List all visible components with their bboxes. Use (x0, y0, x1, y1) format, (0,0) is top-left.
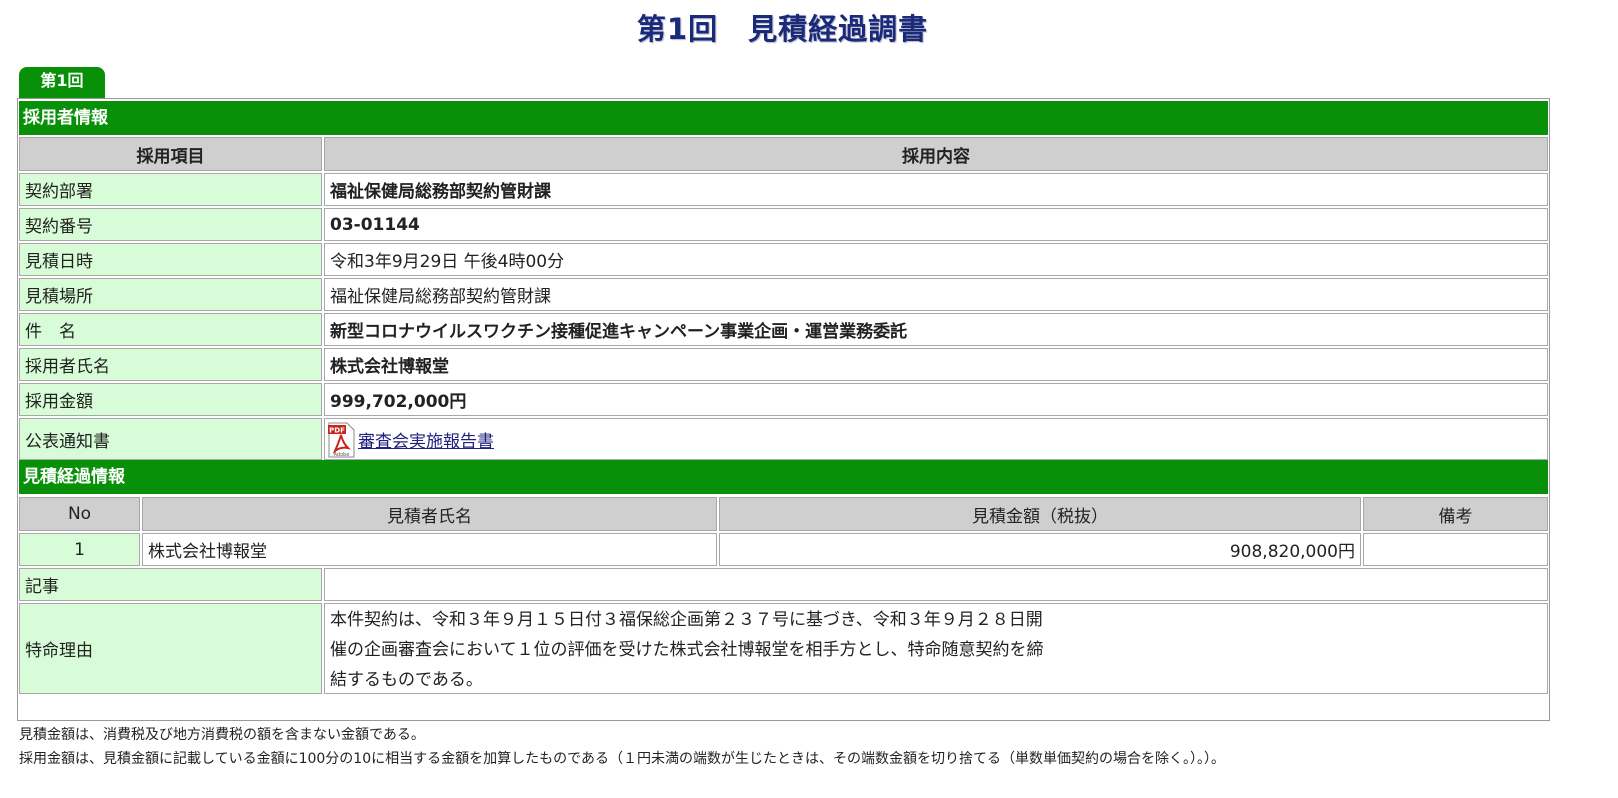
label-estimate-place: 見積場所 (19, 278, 322, 311)
value-adopted-amount: 999,702,000円 (324, 383, 1548, 416)
label-contract-number: 契約番号 (19, 208, 322, 241)
adoption-section-header: 採用者情報 (19, 101, 1548, 135)
value-contract-department: 福祉保健局総務部契約管財課 (324, 173, 1548, 206)
label-adopted-name: 採用者氏名 (19, 348, 322, 381)
estimate-header-no: No (19, 497, 140, 531)
estimate-header-name: 見積者氏名 (142, 497, 717, 531)
value-estimate-datetime: 令和3年9月29日 午後4時00分 (324, 243, 1548, 276)
estimate-header-remarks: 備考 (1363, 497, 1548, 531)
label-adopted-amount: 採用金額 (19, 383, 322, 416)
estimate-row-no: 1 (19, 533, 140, 566)
label-special-reason: 特命理由 (19, 603, 322, 694)
page-title: 第1回 見積経過調書 (636, 12, 929, 46)
label-public-notice: 公表通知書 (19, 418, 322, 460)
value-subject: 新型コロナウイルスワクチン接種促進キャンペーン事業企画・運営業務委託 (324, 313, 1548, 346)
svg-text:PDF: PDF (329, 427, 345, 435)
estimate-row-remarks (1363, 533, 1548, 566)
value-estimate-place: 福祉保健局総務部契約管財課 (324, 278, 1548, 311)
adoption-header-content: 採用内容 (324, 137, 1548, 171)
report-link[interactable]: 審査会実施報告書 (358, 427, 494, 452)
estimate-row-amount: 908,820,000円 (719, 533, 1361, 566)
label-estimate-datetime: 見積日時 (19, 243, 322, 276)
pdf-icon[interactable]: PDF Adobe (328, 422, 355, 458)
adoption-header-item: 採用項目 (19, 137, 322, 171)
value-special-reason: 本件契約は、令和３年９月１５日付３福保総企画第２３７号に基づき、令和３年９月２８… (324, 603, 1548, 694)
svg-text:Adobe: Adobe (334, 452, 350, 458)
label-contract-department: 契約部署 (19, 173, 322, 206)
reason-line: 結するものである。 (330, 670, 483, 690)
estimate-header-amount: 見積金額（税抜） (719, 497, 1361, 531)
reason-line: 本件契約は、令和３年９月１５日付３福保総企画第２３７号に基づき、令和３年９月２８… (330, 610, 1043, 630)
label-subject: 件 名 (19, 313, 322, 346)
estimate-row-name: 株式会社博報堂 (142, 533, 717, 566)
value-article (324, 568, 1548, 601)
reason-line: 催の企画審査会において１位の評価を受けた株式会社博報堂を相手方とし、特命随意契約… (330, 640, 1044, 660)
value-contract-number: 03-01144 (324, 208, 1548, 241)
value-adopted-name: 株式会社博報堂 (324, 348, 1548, 381)
label-article: 記事 (19, 568, 322, 601)
tab-round-1[interactable]: 第1回 (19, 67, 105, 98)
value-public-notice: PDF Adobe 審査会実施報告書 (324, 418, 1548, 460)
note-estimate-amount: 見積金額は、消費税及び地方消費税の額を含まない金額である。 (19, 727, 425, 743)
estimate-section-header: 見積経過情報 (19, 460, 1548, 494)
note-adopted-amount: 採用金額は、見積金額に記載している金額に100分の10に相当する金額を加算したも… (19, 751, 1225, 767)
